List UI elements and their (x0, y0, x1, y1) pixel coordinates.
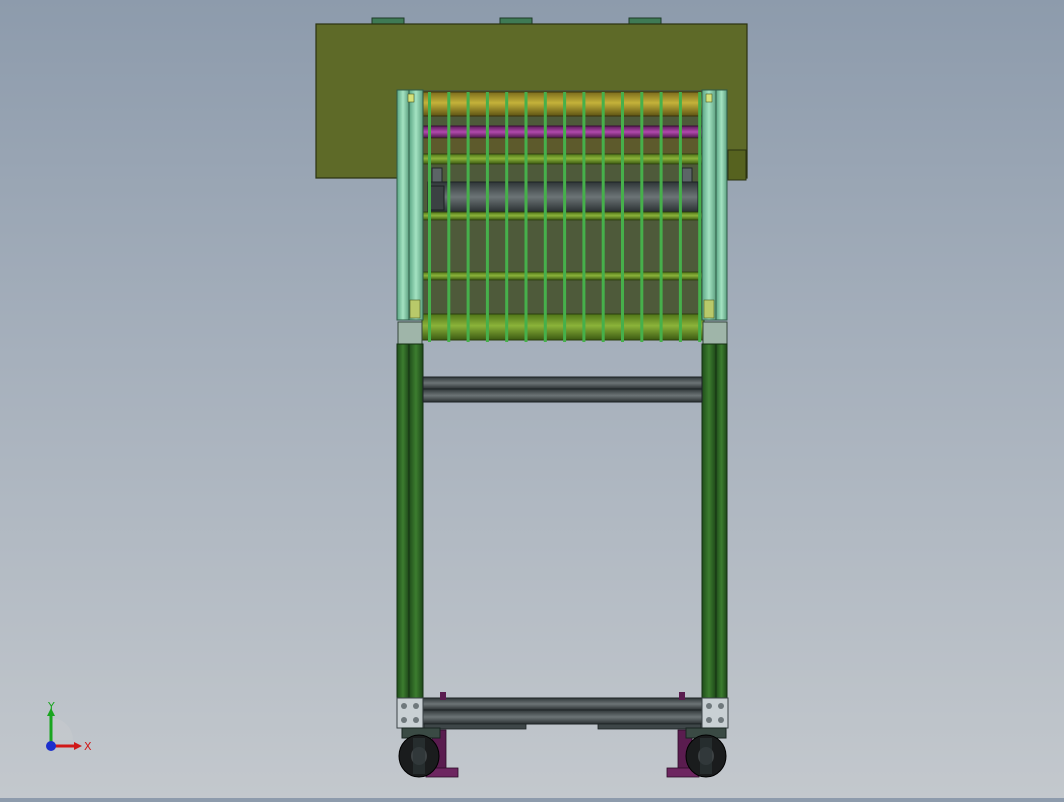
guide-rod (640, 92, 644, 342)
cad-viewport[interactable]: Y X (0, 0, 1064, 798)
caster-left (398, 727, 441, 778)
x-axis-arrowhead (74, 742, 82, 750)
base-corner-right (701, 697, 729, 729)
corner-joint-right (702, 321, 728, 345)
guide-rod (485, 92, 489, 342)
guide-rod (621, 92, 624, 342)
guide-rod (505, 92, 509, 342)
guide-rod (524, 92, 528, 342)
bottom-crossbar (422, 697, 703, 730)
coordinate-triad: Y X (46, 700, 92, 753)
frame-post-right (701, 343, 717, 701)
cad-model-drawing (315, 17, 748, 778)
guide-rod (466, 92, 470, 342)
guide-rod (601, 92, 605, 342)
guide-rod (678, 92, 682, 342)
frame-post-left (396, 343, 410, 701)
guide-rod (428, 92, 431, 342)
upper-post-left (396, 89, 410, 321)
guide-rod (563, 92, 567, 342)
guide-rod (659, 92, 663, 342)
corner-joint-left (397, 321, 423, 345)
y-axis-label: Y (47, 700, 55, 713)
upper-post-right (701, 89, 717, 321)
guide-rod (447, 92, 451, 342)
guide-rods (428, 92, 702, 342)
base-corner-left (396, 697, 424, 729)
guide-rod (543, 92, 547, 342)
top-clips (371, 17, 662, 25)
caster-right (685, 727, 727, 778)
guide-rod (698, 92, 702, 342)
middle-crossbar (422, 376, 703, 403)
guide-rod (582, 92, 586, 342)
z-axis-marker (46, 741, 56, 751)
x-axis-label: X (84, 740, 92, 753)
